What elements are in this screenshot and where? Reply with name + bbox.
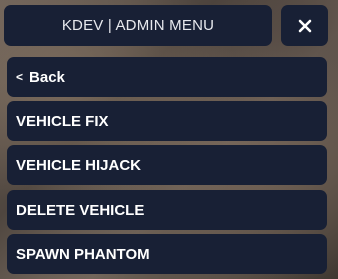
menu-item-vehicle-fix[interactable]: VEHICLE FIX <box>7 101 327 141</box>
menu-item-spawn-phantom[interactable]: SPAWN PHANTOM <box>7 234 327 274</box>
close-button[interactable] <box>281 5 328 46</box>
menu-item-label: VEHICLE HIJACK <box>16 156 142 174</box>
menu-item-label: VEHICLE FIX <box>16 112 109 130</box>
menu-item-label: SPAWN PHANTOM <box>16 245 150 263</box>
menu-title: KDEV | ADMIN MENU <box>61 17 215 34</box>
menu-item-label: DELETE VEHICLE <box>16 201 145 219</box>
menu-item-vehicle-hijack[interactable]: VEHICLE HIJACK <box>7 145 327 185</box>
close-icon <box>298 19 312 33</box>
menu-header: KDEV | ADMIN MENU <box>4 5 272 46</box>
back-button-label: Back <box>29 68 65 86</box>
menu-item-delete-vehicle[interactable]: DELETE VEHICLE <box>7 190 327 230</box>
back-button[interactable]: < Back <box>7 57 327 97</box>
back-chevron-icon: < <box>16 70 24 84</box>
